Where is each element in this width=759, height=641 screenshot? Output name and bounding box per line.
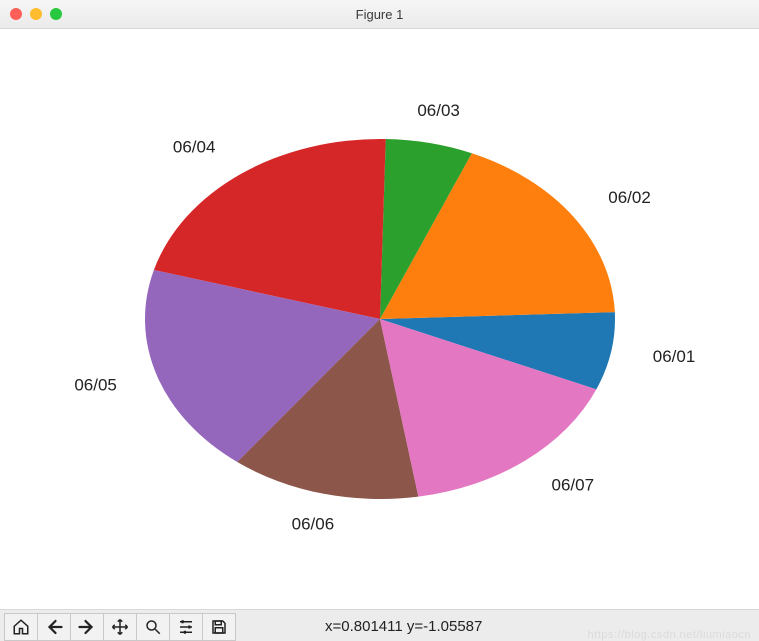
window-title: Figure 1: [356, 7, 404, 22]
magnifier-icon: [144, 618, 162, 636]
move-icon: [111, 618, 129, 636]
zoom-button[interactable]: [136, 613, 170, 641]
pie-slice-label: 06/07: [551, 475, 594, 494]
watermark: https://blog.csdn.net/liumiaocn: [588, 629, 751, 641]
zoom-icon[interactable]: [50, 8, 62, 20]
close-icon[interactable]: [10, 8, 22, 20]
minimize-icon[interactable]: [30, 8, 42, 20]
cursor-position: x=0.801411 y=-1.05587: [325, 618, 482, 635]
sliders-icon: [177, 618, 195, 636]
pie-slice-label: 06/03: [417, 101, 460, 120]
pie-slice-label: 06/04: [173, 138, 216, 157]
titlebar: Figure 1: [0, 0, 759, 29]
pie-slice-label: 06/05: [74, 376, 117, 395]
pan-button[interactable]: [103, 613, 137, 641]
window-controls: [10, 8, 62, 20]
save-button[interactable]: [202, 613, 236, 641]
pie-slice-label: 06/01: [653, 347, 696, 366]
pie-chart: 06/01 06/02 06/03 06/04 06/05 06/06 06/07: [0, 29, 759, 609]
right-arrow-icon: [78, 618, 96, 636]
matplotlib-toolbar: x=0.801411 y=-1.05587 https://blog.csdn.…: [0, 609, 759, 641]
save-icon: [210, 618, 228, 636]
back-button[interactable]: [37, 613, 71, 641]
app-window: Figure 1 06/0106/0206/0306/0406/0506/060…: [0, 0, 759, 641]
forward-button[interactable]: [70, 613, 104, 641]
home-button[interactable]: [4, 613, 38, 641]
left-arrow-icon: [45, 618, 63, 636]
pie-slice-label: 06/02: [608, 188, 651, 207]
figure-canvas[interactable]: 06/01 06/02 06/03 06/04 06/05 06/06 06/07: [0, 29, 759, 609]
pie-slice-label: 06/06: [292, 515, 335, 534]
home-icon: [12, 618, 30, 636]
configure-button[interactable]: [169, 613, 203, 641]
